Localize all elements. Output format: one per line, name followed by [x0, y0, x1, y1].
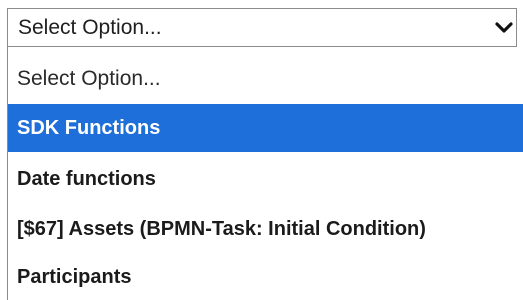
dropdown-options-list: Select Option... SDK Functions Date func…: [7, 47, 523, 300]
option-label: Participants: [17, 266, 132, 288]
option-participants[interactable]: Participants: [8, 255, 523, 300]
option-assets[interactable]: [$67] Assets (BPMN-Task: Initial Conditi…: [8, 204, 523, 254]
option-label: Date functions: [17, 167, 156, 190]
dropdown-root: Select Option... Select Option... SDK Fu…: [0, 0, 523, 300]
option-date-functions[interactable]: Date functions: [8, 154, 523, 204]
select-current-value: Select Option...: [18, 15, 162, 39]
option-label: SDK Functions: [17, 116, 161, 139]
option-label: Select Option...: [17, 67, 161, 90]
option-select-placeholder[interactable]: Select Option...: [8, 54, 523, 104]
option-label: [$67] Assets (BPMN-Task: Initial Conditi…: [17, 217, 426, 240]
option-select[interactable]: Select Option...: [7, 8, 517, 47]
option-sdk-functions[interactable]: SDK Functions: [8, 104, 523, 152]
chevron-down-icon[interactable]: [494, 18, 514, 38]
